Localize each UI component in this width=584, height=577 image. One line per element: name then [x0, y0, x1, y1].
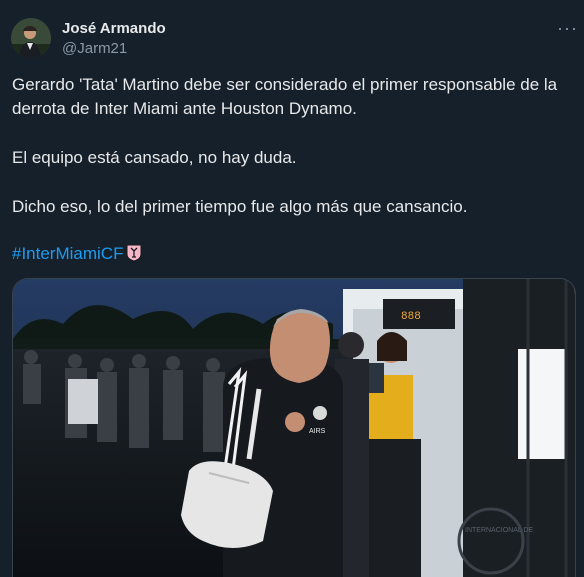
avatar[interactable]: [11, 18, 51, 58]
scoreboard-text: 888: [401, 311, 421, 323]
tweet-photo[interactable]: 888 AIRS INTERNACIONAL DE: [12, 278, 576, 577]
hashtag-line: #InterMiamiCF: [12, 242, 143, 266]
shirt-text: AIRS: [309, 428, 326, 435]
inter-miami-crest-icon: [125, 244, 143, 262]
badge-text: INTERNACIONAL DE: [465, 527, 534, 534]
hashtag-link[interactable]: #InterMiamiCF: [12, 244, 123, 263]
author-handle[interactable]: @Jarm21: [62, 40, 127, 57]
tweet-paragraph-3: Dicho eso, lo del primer tiempo fue algo…: [12, 197, 468, 216]
author-name[interactable]: José Armando: [62, 20, 166, 37]
more-options-icon[interactable]: ···: [557, 18, 578, 39]
tweet-paragraph-1: Gerardo 'Tata' Martino debe ser consider…: [12, 75, 558, 118]
tweet-paragraph-2: El equipo está cansado, no hay duda.: [12, 148, 297, 167]
tweet-card: José Armando @Jarm21 ··· Gerardo 'Tata' …: [0, 0, 584, 577]
